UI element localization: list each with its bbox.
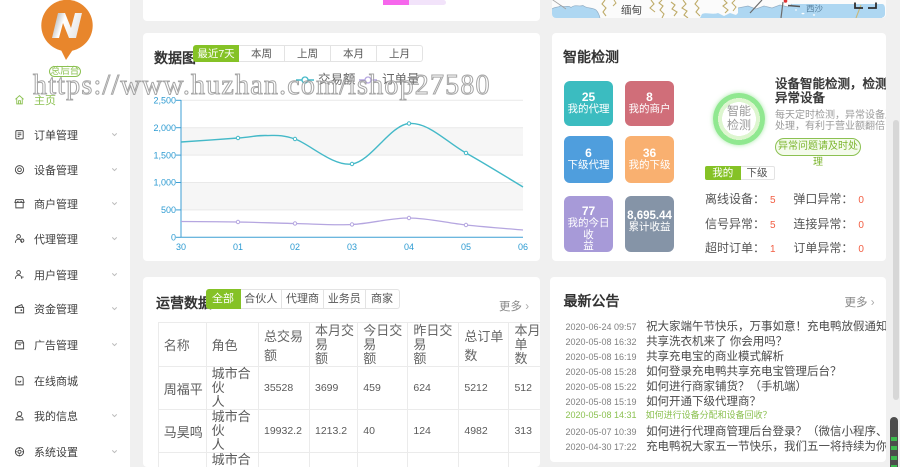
svg-text:缅甸: 缅甸: [621, 4, 642, 17]
svg-text:02: 02: [290, 242, 300, 252]
svg-text:05: 05: [461, 242, 471, 252]
svg-text:03: 03: [347, 242, 357, 252]
svg-text:04: 04: [404, 242, 414, 252]
svg-text:西沙: 西沙: [806, 4, 824, 14]
svg-text:500: 500: [161, 205, 176, 215]
svg-text:1,500: 1,500: [153, 150, 176, 160]
svg-text:0: 0: [171, 233, 176, 243]
svg-text:01: 01: [233, 242, 243, 252]
svg-text:1,000: 1,000: [153, 178, 176, 188]
svg-text:2,000: 2,000: [153, 123, 176, 133]
svg-text:30: 30: [176, 242, 186, 252]
svg-text:06: 06: [518, 242, 528, 252]
